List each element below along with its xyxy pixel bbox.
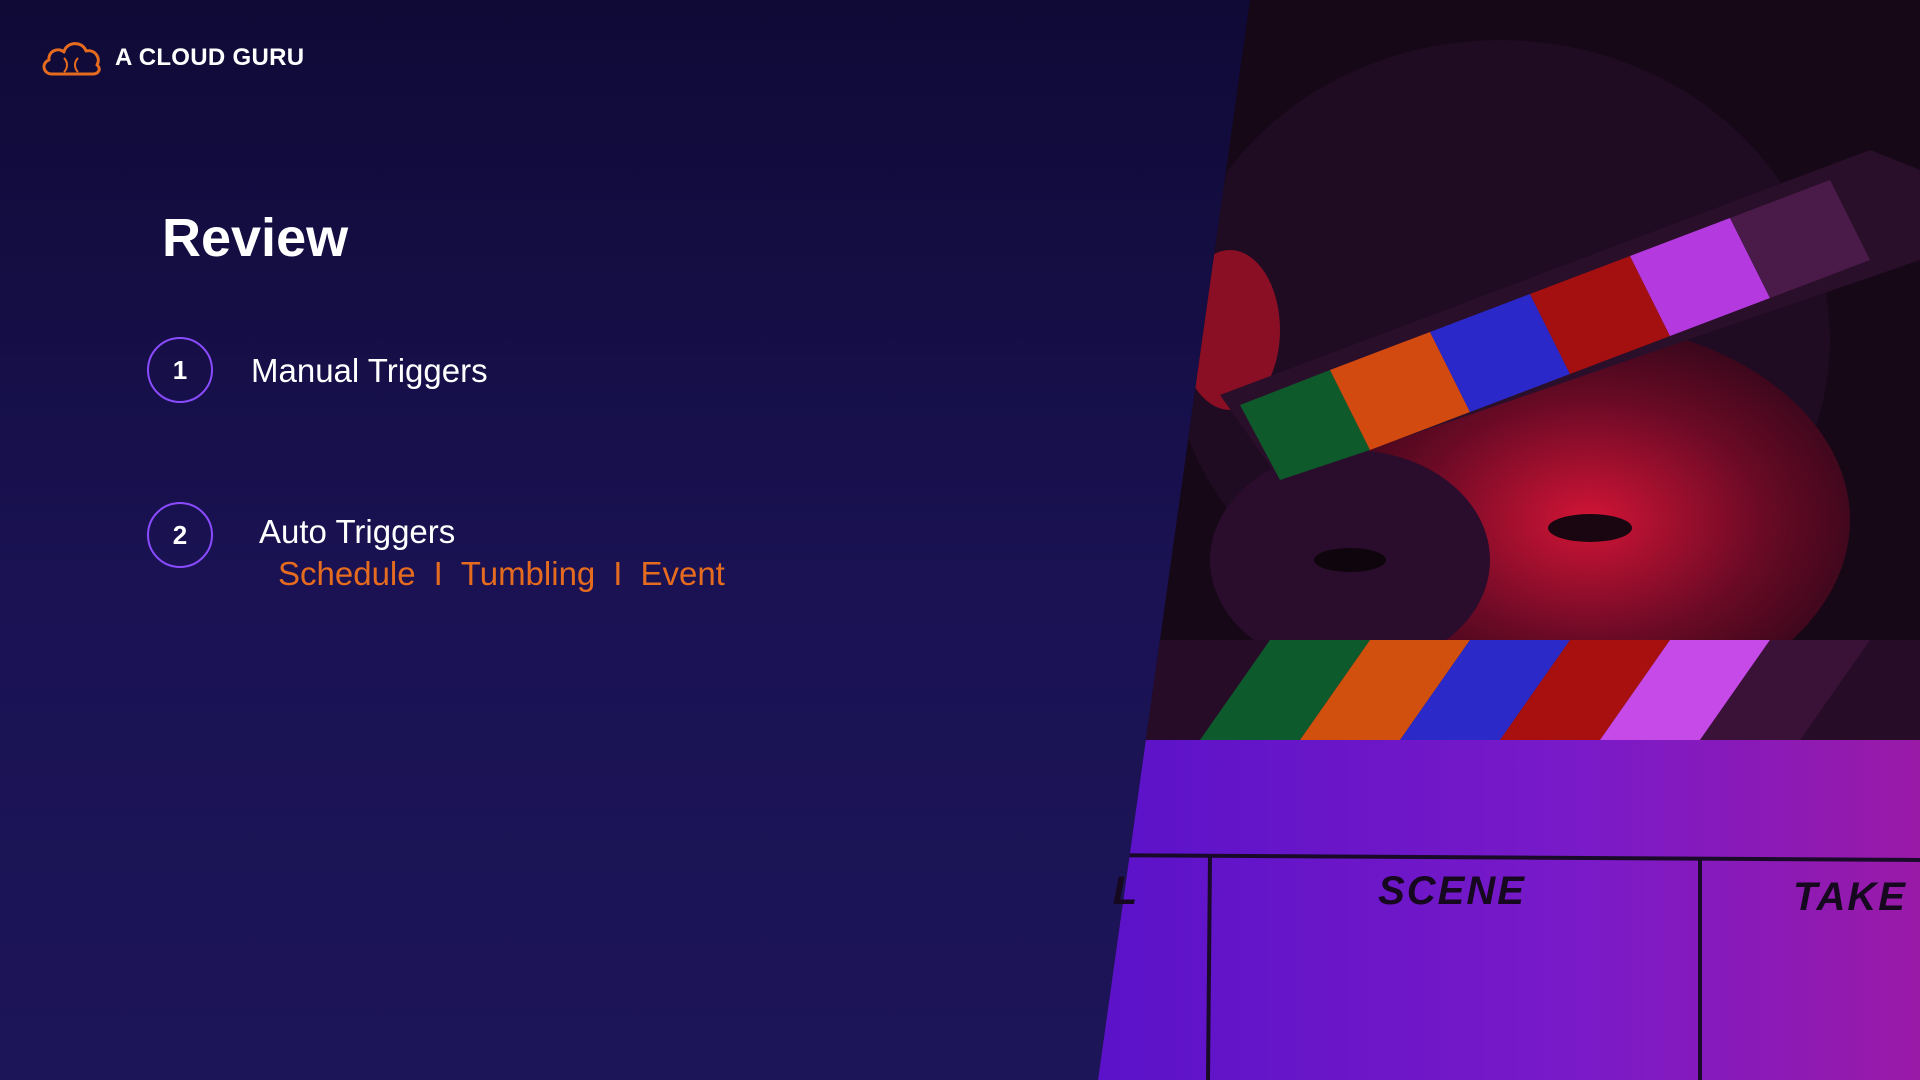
brand-logo: A CLOUD GURU (38, 36, 304, 80)
item-number-1: 1 (147, 337, 213, 403)
trigger-type-tumbling: Tumbling (460, 555, 596, 592)
clapperboard-take-text: TAKE (1793, 875, 1907, 919)
auto-trigger-types: Schedule I Tumbling I Event (278, 553, 725, 595)
clapperboard-fragment-text: L (1113, 869, 1137, 913)
item-label-auto-triggers: Auto Triggers (259, 513, 456, 550)
trigger-type-event: Event (640, 555, 725, 592)
trigger-type-schedule: Schedule (278, 555, 416, 592)
cloud-logo-icon (42, 42, 101, 76)
separator: I (433, 555, 443, 592)
separator: I (613, 555, 623, 592)
item-label-manual-triggers: Manual Triggers (251, 352, 488, 389)
slide: SCENE TAKE L A CLOUD GURU Review 1 Manua… (0, 0, 1920, 1080)
item-number-2: 2 (147, 502, 213, 568)
brand-name: A CLOUD GURU (115, 44, 305, 71)
clapperboard-scene-text: SCENE (1378, 869, 1526, 913)
page-title: Review (162, 208, 349, 268)
